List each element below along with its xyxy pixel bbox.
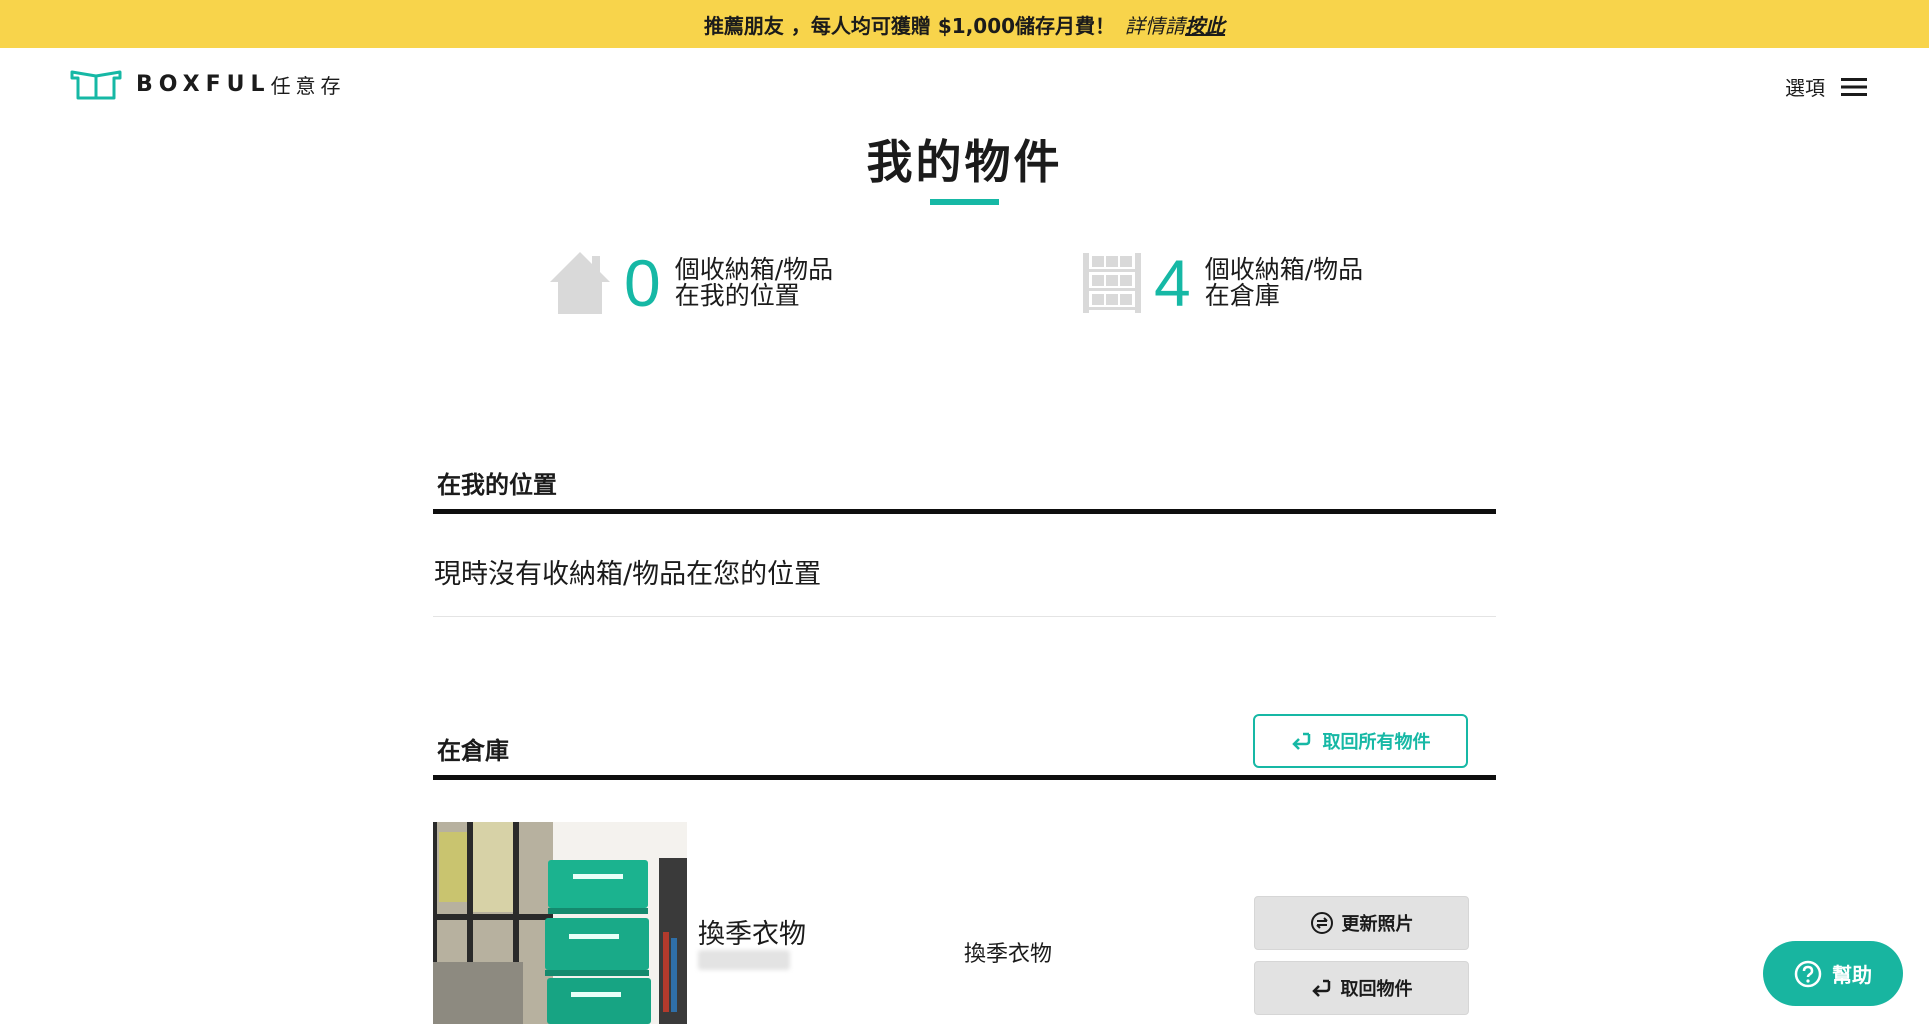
promo-text: 推薦朋友 ，每人均可獲贈 $1,000儲存月費！	[703, 13, 1116, 38]
stat-label-line1: 個收納箱/物品	[674, 255, 834, 284]
retrieve-all-button[interactable]: 取回所有物件	[1253, 714, 1468, 768]
question-circle-icon	[1794, 960, 1822, 987]
update-photo-button[interactable]: 更新照片	[1254, 896, 1469, 950]
help-label: 幫助	[1832, 963, 1872, 987]
empty-location-message: 現時沒有收納箱/物品在您的位置	[434, 559, 822, 590]
item-name: 換季衣物	[698, 919, 806, 950]
swap-circle-icon	[1310, 912, 1333, 934]
section-divider	[433, 509, 1496, 514]
retrieve-item-button[interactable]: 取回物件	[1254, 961, 1469, 1015]
row-divider	[433, 616, 1496, 617]
stat-label: 個收納箱/物品 在倉庫	[1205, 257, 1363, 309]
logo-subtext: 任意存	[270, 73, 346, 98]
promo-more-text: 詳情請	[1125, 13, 1186, 38]
warehouse-shelf-icon	[1083, 253, 1141, 313]
section-title: 在倉庫	[437, 737, 509, 765]
stat-count: 4	[1154, 246, 1191, 320]
retrieve-all-label: 取回所有物件	[1322, 732, 1431, 753]
page-title: 我的物件	[866, 135, 1063, 189]
stat-warehouse: 4 個收納箱/物品 在倉庫	[1082, 250, 1363, 316]
return-arrow-icon	[1311, 979, 1330, 997]
retrieve-item-label: 取回物件	[1340, 979, 1413, 1000]
return-arrow-icon	[1291, 732, 1310, 750]
section-my-location-header: 在我的位置	[433, 434, 1496, 514]
storage-boxes-photo	[433, 822, 687, 1024]
promo-banner: 推薦朋友 ，每人均可獲贈 $1,000儲存月費！ 詳情請 按此	[0, 0, 1929, 48]
section-title: 在我的位置	[437, 471, 557, 499]
stat-label-line2: 在倉庫	[1204, 281, 1280, 310]
item-description: 換季衣物	[964, 942, 1053, 967]
title-underline	[930, 199, 999, 205]
item-photo[interactable]	[433, 822, 687, 1024]
stat-count: 0	[624, 246, 661, 320]
section-divider	[433, 775, 1496, 780]
house-icon	[550, 252, 610, 314]
update-photo-label: 更新照片	[1341, 914, 1414, 935]
stat-label-line1: 個收納箱/物品	[1204, 255, 1364, 284]
help-button[interactable]: 幫助	[1763, 941, 1903, 1006]
options-menu-button[interactable]: 選項	[1785, 72, 1867, 101]
promo-link[interactable]: 按此	[1185, 10, 1225, 39]
menu-label: 選項	[1785, 76, 1825, 100]
logo-text: BOXFUL	[136, 71, 271, 97]
hamburger-menu-icon	[1841, 77, 1867, 96]
stat-label-line2: 在我的位置	[674, 281, 800, 310]
boxful-logo[interactable]: BOXFUL 任意存	[70, 68, 346, 100]
stat-label: 個收納箱/物品 在我的位置	[675, 257, 833, 309]
site-header: BOXFUL 任意存 選項	[0, 48, 1929, 124]
box-logo-icon	[70, 70, 122, 100]
stat-my-location: 0 個收納箱/物品 在我的位置	[548, 250, 833, 316]
item-id-blurred	[698, 950, 790, 970]
